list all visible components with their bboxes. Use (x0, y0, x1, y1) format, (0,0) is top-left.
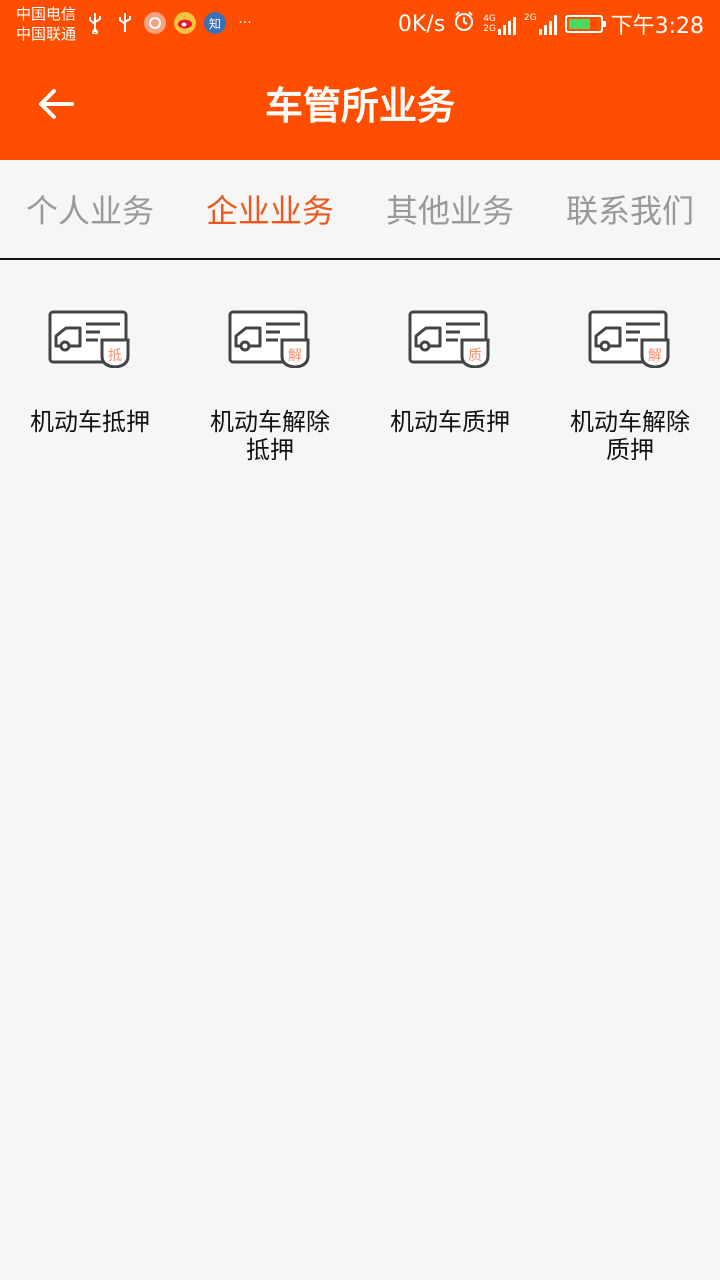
vehicle-license-icon: 解 (588, 310, 670, 368)
net-speed: 0K/s (397, 11, 446, 37)
service-label: 机动车解除抵押 (210, 408, 330, 464)
badge-text: 解 (288, 348, 302, 364)
badge-text: 解 (648, 348, 662, 364)
signal-bars-icon (497, 13, 516, 35)
service-label: 机动车质押 (390, 408, 510, 436)
tab-enterprise[interactable]: 企业业务 (180, 160, 360, 258)
system-indicators: 0K/s 4G 2G 2G 下午3:28 (398, 8, 704, 40)
signal-sim1: 4G 2G (483, 13, 516, 35)
tab-bar: 个人业务 企业业务 其他业务 联系我们 (0, 160, 720, 260)
service-grid: 抵 机动车抵押 解 机动车解除抵押 质 机动车质押 解 机动车解除质押 (0, 262, 720, 464)
usb-icon (114, 12, 136, 34)
service-vehicle-mortgage[interactable]: 抵 机动车抵押 (0, 262, 180, 464)
service-vehicle-pledge[interactable]: 质 机动车质押 (360, 262, 540, 464)
status-bar: 中国电信 中国联通 知 ··· 0K/s 4G 2G 2G 下午3:28 (0, 0, 720, 48)
vehicle-license-icon: 解 (228, 310, 310, 368)
alarm-icon (453, 10, 475, 38)
carrier-1: 中国电信 (16, 5, 77, 23)
service-vehicle-mortgage-release[interactable]: 解 机动车解除抵押 (180, 262, 360, 464)
page-title: 车管所业务 (264, 84, 455, 128)
app-icon (144, 12, 166, 34)
notification-icons: 知 ··· (84, 12, 256, 34)
tab-other[interactable]: 其他业务 (360, 160, 540, 258)
signal-bars-icon (538, 13, 557, 35)
carrier-info: 中国电信 中国联通 (16, 4, 76, 44)
battery-icon (564, 15, 606, 33)
service-label: 机动车解除质押 (570, 408, 690, 464)
clock: 下午3:28 (610, 14, 704, 39)
badge-text: 质 (468, 348, 482, 364)
signal-sim2: 2G (524, 13, 557, 35)
carrier-2: 中国联通 (16, 25, 77, 43)
vehicle-license-icon: 质 (408, 310, 490, 368)
badge-text: 抵 (108, 348, 122, 364)
vehicle-license-icon: 抵 (48, 310, 130, 368)
weibo-icon (174, 12, 196, 34)
tab-personal[interactable]: 个人业务 (0, 160, 180, 258)
service-label: 机动车抵押 (30, 408, 150, 436)
usb-icon (84, 12, 106, 34)
more-dots-icon: ··· (238, 15, 252, 31)
tab-contact[interactable]: 联系我们 (540, 160, 720, 258)
app-header: 中国电信 中国联通 知 ··· 0K/s 4G 2G 2G 下午3:28 车管所… (0, 0, 720, 160)
zhihu-icon: 知 (204, 12, 226, 34)
service-vehicle-pledge-release[interactable]: 解 机动车解除质押 (540, 262, 720, 464)
